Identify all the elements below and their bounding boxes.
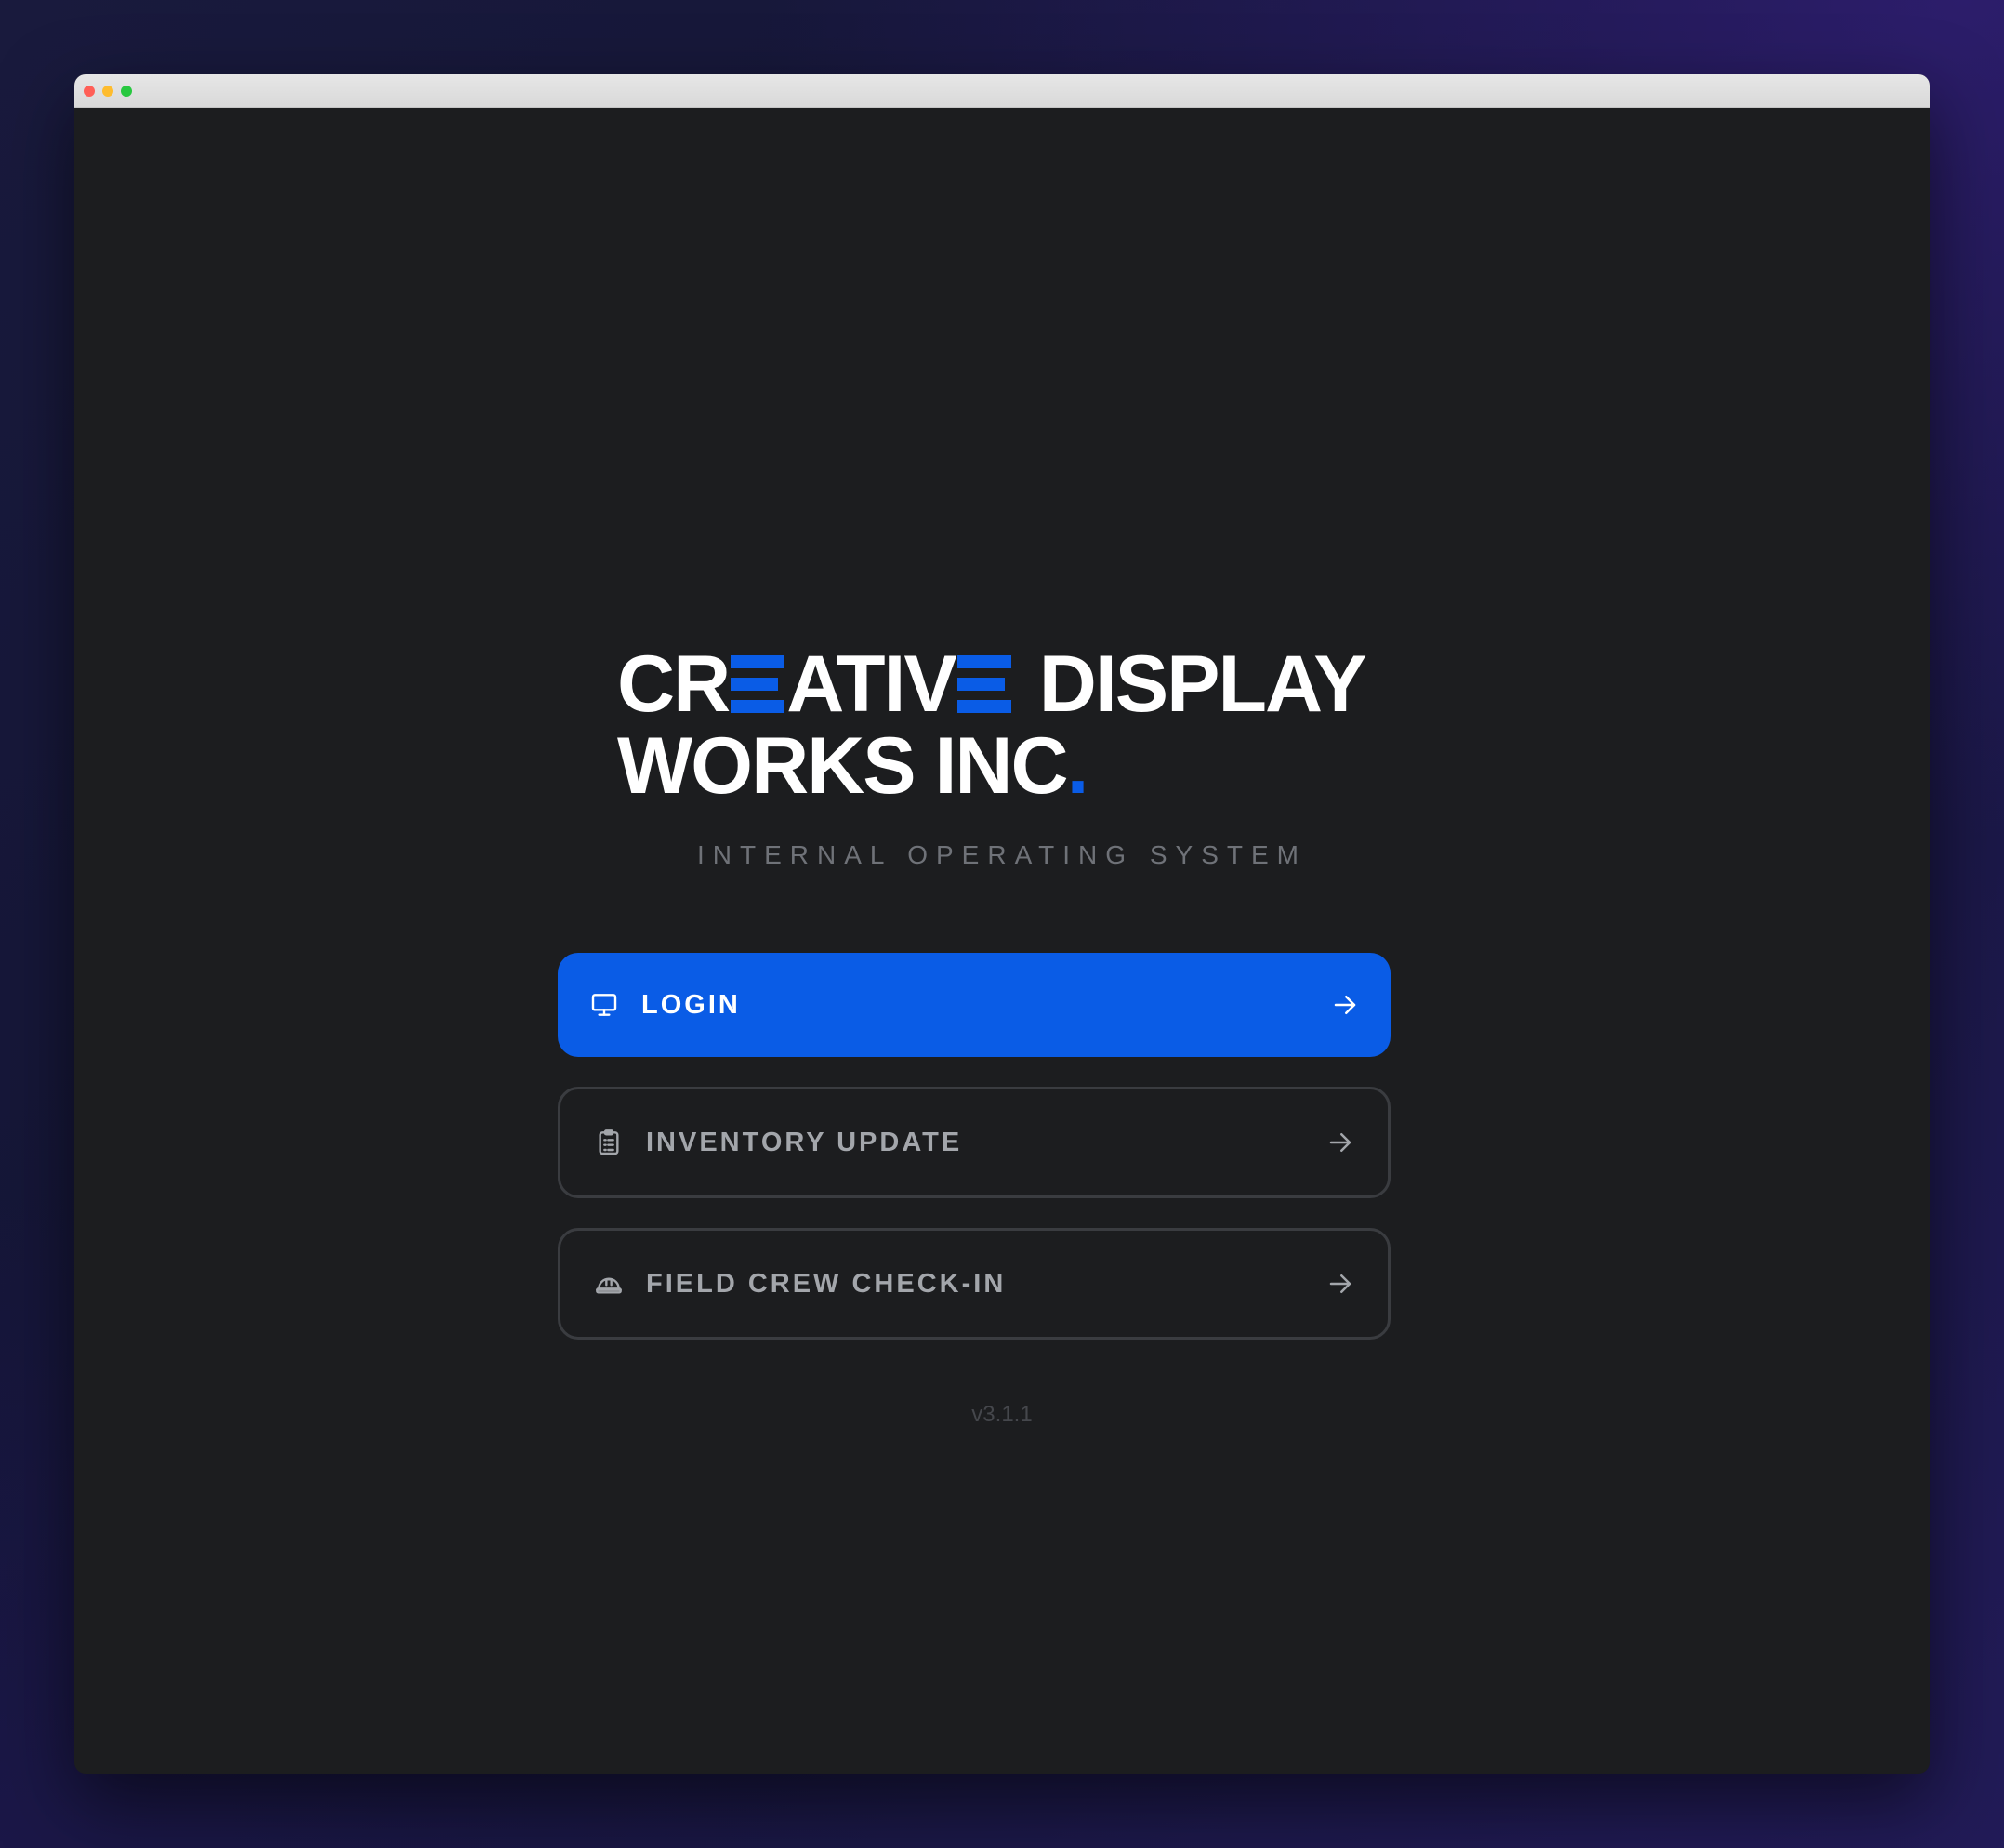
company-logo: CR ATIV DISPLAY WORKS INC.: [617, 640, 1367, 807]
logo-text-cr: CR: [617, 640, 731, 729]
version-label: v3.1.1: [971, 1402, 1033, 1427]
hard-hat-icon: [592, 1267, 626, 1300]
inventory-update-button[interactable]: INVENTORY UPDATE: [558, 1087, 1391, 1198]
system-subtitle: INTERNAL OPERATING SYSTEM: [697, 840, 1307, 869]
landing-screen: CR ATIV DISPLAY WORKS INC. INTERNAL OPER…: [74, 108, 1930, 1774]
login-button-label: LOGIN: [641, 989, 741, 1020]
app-window: CR ATIV DISPLAY WORKS INC. INTERNAL OPER…: [74, 74, 1930, 1774]
logo-stylized-e: [956, 655, 1011, 713]
close-window-button[interactable]: [84, 85, 95, 97]
logo-text-ativ: ATIV: [786, 640, 957, 729]
login-button[interactable]: LOGIN: [558, 953, 1391, 1057]
inventory-update-label: INVENTORY UPDATE: [646, 1127, 963, 1157]
arrow-right-icon: [1325, 1127, 1356, 1158]
window-titlebar: [74, 74, 1930, 108]
field-crew-check-in-label: FIELD CREW CHECK-IN: [646, 1268, 1007, 1299]
logo-line-1: CR ATIV DISPLAY: [617, 640, 1367, 729]
logo-text-display: DISPLAY: [1038, 640, 1367, 729]
arrow-right-icon: [1325, 1268, 1356, 1300]
logo-line-2: WORKS INC.: [617, 725, 1365, 807]
arrow-right-icon: [1329, 989, 1361, 1021]
minimize-window-button[interactable]: [102, 85, 113, 97]
monitor-icon: [587, 988, 621, 1022]
maximize-window-button[interactable]: [121, 85, 132, 97]
logo-text-works-inc: WORKS INC: [617, 721, 1069, 811]
logo-period: .: [1066, 721, 1089, 811]
logo-stylized-e: [731, 655, 785, 713]
field-crew-check-in-button[interactable]: FIELD CREW CHECK-IN: [558, 1228, 1391, 1340]
clipboard-list-icon: [592, 1126, 626, 1159]
